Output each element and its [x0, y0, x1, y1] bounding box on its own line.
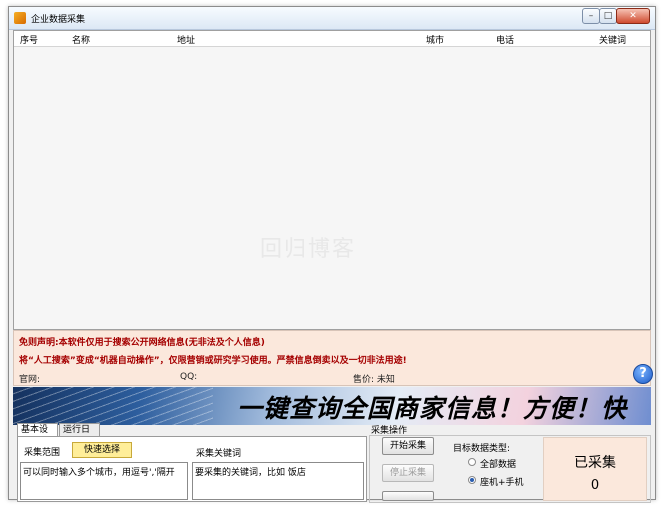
table-header: 序号 名称 地址 城市 电话 关键词 — [14, 31, 650, 47]
city-input[interactable]: 可以同时输入多个城市，用逗号','隔开 — [20, 462, 188, 500]
app-icon — [14, 12, 26, 24]
column-header-keyword[interactable]: 关键词 — [599, 33, 626, 46]
disclaimer-text: 免则声明:本软件仅用于搜索公开网络信息(无非法及个人信息) — [19, 338, 265, 348]
minimize-button[interactable]: – — [582, 8, 600, 24]
banner-slogan: 一键查询全国商家信息！方便！快捷！ — [237, 394, 628, 423]
tab-basic-settings[interactable]: 基本设置 — [17, 423, 58, 448]
tab-run-log[interactable]: 运行日志 — [59, 423, 100, 448]
title-bar[interactable]: 企业数据采集 – □ ✕ — [9, 7, 655, 30]
stop-button[interactable]: 停止采集 — [382, 464, 434, 482]
usage-statement: 将“人工搜索”变成“机器自动操作”，仅限营销或研究学习使用。严禁信息倒卖以及一切… — [19, 356, 407, 366]
column-header-phone[interactable]: 电话 — [496, 33, 514, 46]
column-header-address[interactable]: 地址 — [177, 33, 195, 46]
notice-panel: 免则声明:本软件仅用于搜索公开网络信息(无非法及个人信息) 将“人工搜索”变成“… — [13, 330, 653, 386]
keyword-input[interactable]: 要采集的关键词，比如 饭店 — [192, 462, 364, 500]
banner-decoration — [13, 387, 213, 425]
start-button[interactable]: 开始采集 — [382, 437, 434, 455]
watermark: 回归博客 — [260, 237, 357, 262]
collected-counter: 已采集 0 — [543, 437, 647, 501]
quick-select-button[interactable]: 快速选择 — [72, 442, 132, 458]
radio-all-data[interactable] — [468, 458, 476, 466]
column-header-index[interactable]: 序号 — [20, 33, 38, 46]
maximize-button[interactable]: □ — [599, 8, 617, 24]
window-title: 企业数据采集 — [31, 15, 86, 25]
banner: 一键查询全国商家信息！方便！快捷！ — [13, 387, 651, 425]
target-type-label: 目标数据类型: — [453, 444, 511, 454]
radio-landline-mobile[interactable] — [468, 476, 476, 484]
keywords-label: 采集关键词 — [196, 449, 242, 459]
column-header-city[interactable]: 城市 — [426, 33, 444, 46]
results-table[interactable]: 序号 名称 地址 城市 电话 关键词 回归博客 — [13, 30, 651, 330]
radio-landline-mobile-label: 座机+手机 — [480, 478, 524, 488]
price-label: 售价: 未知 — [353, 375, 395, 385]
close-button[interactable]: ✕ — [616, 8, 650, 24]
collected-label: 已采集 — [574, 455, 616, 471]
column-header-name[interactable]: 名称 — [72, 33, 90, 46]
qq-label: QQ: — [180, 372, 198, 382]
extra-button[interactable] — [382, 491, 434, 501]
scope-label: 采集范围 — [24, 448, 61, 458]
collected-count: 0 — [590, 478, 600, 493]
basic-settings-panel: 采集范围 快速选择 采集关键词 可以同时输入多个城市，用逗号','隔开 要采集的… — [17, 436, 367, 502]
radio-all-data-label: 全部数据 — [480, 460, 517, 470]
website-label: 官网: — [19, 375, 41, 385]
help-icon[interactable]: ? — [633, 364, 653, 384]
main-window: 企业数据采集 – □ ✕ 序号 名称 地址 城市 电话 关键词 回归博客 免则声… — [8, 6, 656, 503]
